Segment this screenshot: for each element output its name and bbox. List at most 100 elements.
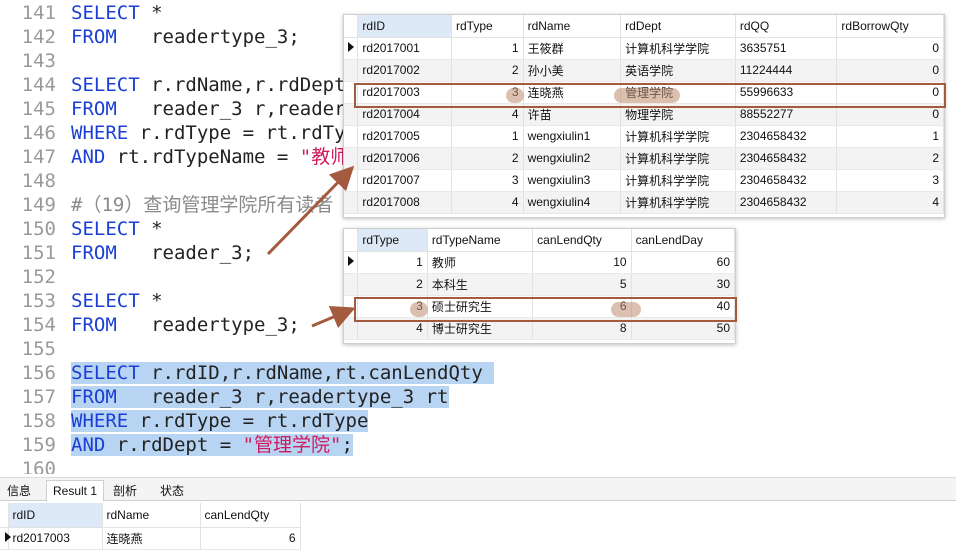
table-cell[interactable]: 连晓燕 (102, 527, 201, 550)
table-cell[interactable]: wengxiulin1 (523, 125, 622, 148)
table-cell[interactable]: 40 (631, 295, 736, 318)
tab-profile[interactable]: 剖析 (106, 480, 144, 502)
column-header[interactable]: rdName (102, 503, 201, 528)
table-row[interactable]: rd2017002 2 孙小美 英语学院 11224444 0 (344, 59, 944, 82)
table-cell[interactable]: 2 (836, 147, 944, 170)
table-cell[interactable]: 物理学院 (620, 103, 736, 126)
table-cell[interactable]: 2 (451, 59, 524, 82)
column-header[interactable]: rdID (8, 503, 103, 528)
table-row[interactable]: 2 本科生 5 30 (344, 273, 736, 296)
table-cell[interactable]: 英语学院 (620, 59, 736, 82)
table-cell[interactable]: 本科生 (427, 273, 534, 296)
tab-info[interactable]: 信息 (0, 480, 38, 502)
column-header[interactable]: rdDept (620, 15, 736, 38)
column-header[interactable]: rdType (357, 229, 428, 252)
readertype-result-grid[interactable]: rdType rdTypeName canLendQty canLendDay 1 教师… (343, 228, 737, 344)
table-cell[interactable]: 6 (200, 527, 301, 550)
table-cell[interactable]: wengxiulin2 (523, 147, 622, 170)
column-header[interactable]: rdID (357, 15, 452, 38)
table-cell[interactable]: 1 (357, 251, 428, 274)
table-row[interactable]: rd2017005 1 wengxiulin1 计算机科学学院 2304658432 1 (344, 125, 944, 148)
table-cell[interactable]: 3 (451, 81, 524, 104)
table-cell[interactable]: 3 (451, 169, 524, 192)
table-cell[interactable]: 1 (836, 125, 944, 148)
table-cell[interactable]: rd2017008 (357, 191, 452, 214)
table-cell[interactable]: 0 (836, 103, 944, 126)
table-cell[interactable]: 3 (357, 295, 428, 318)
table-cell[interactable]: rd2017003 (8, 527, 103, 550)
table-cell[interactable]: 4 (451, 191, 524, 214)
table-cell[interactable]: 1 (451, 37, 524, 60)
table-cell[interactable]: rd2017001 (357, 37, 452, 60)
table-cell[interactable]: 88552277 (735, 103, 838, 126)
table-cell[interactable]: 计算机科学学院 (620, 37, 736, 60)
table-cell[interactable]: 2304658432 (735, 169, 838, 192)
table-cell[interactable]: 连晓燕 (523, 81, 622, 104)
table-cell[interactable]: 许苗 (523, 103, 622, 126)
table-cell[interactable]: 4 (357, 317, 428, 340)
table-cell[interactable]: 计算机科学学院 (620, 125, 736, 148)
column-header[interactable]: canLendQty (532, 229, 632, 252)
table-row[interactable]: rd2017008 4 wengxiulin4 计算机科学学院 2304658432 4 (344, 191, 944, 214)
table-cell[interactable]: 55996633 (735, 81, 838, 104)
reader-result-grid[interactable]: rdID rdType rdName rdDept rdQQ rdBorrowQty rd… (343, 14, 946, 218)
table-cell[interactable]: 0 (836, 37, 944, 60)
code-line[interactable]: 158 WHERE r.rdType = rt.rdType (0, 409, 956, 433)
column-header[interactable]: canLendDay (631, 229, 736, 252)
column-header[interactable]: rdName (523, 15, 622, 38)
table-cell[interactable]: rd2017002 (357, 59, 452, 82)
query-result-grid[interactable]: rdID rdName canLendQty rd2017003 连晓燕 6 (0, 503, 956, 559)
table-cell[interactable]: 计算机科学学院 (620, 147, 736, 170)
table-cell[interactable]: 2304658432 (735, 125, 838, 148)
table-cell[interactable]: 2 (357, 273, 428, 296)
table-row[interactable]: rd2017001 1 王筱群 计算机科学学院 3635751 0 (344, 37, 944, 60)
table-cell[interactable]: 孙小美 (523, 59, 622, 82)
column-header[interactable]: rdType (451, 15, 524, 38)
table-row[interactable]: rd2017007 3 wengxiulin3 计算机科学学院 2304658432 3 (344, 169, 944, 192)
table-row[interactable]: 4 博士研究生 8 50 (344, 317, 736, 340)
table-cell[interactable]: 30 (631, 273, 736, 296)
table-cell[interactable]: 2 (451, 147, 524, 170)
tab-result-1[interactable]: Result 1 (46, 480, 105, 502)
column-header[interactable]: rdBorrowQty (836, 15, 944, 38)
tab-status[interactable]: 状态 (153, 480, 191, 502)
table-cell[interactable]: 教师 (427, 251, 534, 274)
table-cell[interactable]: 博士研究生 (427, 317, 534, 340)
table-cell[interactable]: 11224444 (735, 59, 838, 82)
code-line[interactable]: 160 (0, 457, 956, 474)
table-cell[interactable]: 3 (836, 169, 944, 192)
column-header[interactable]: rdTypeName (427, 229, 534, 252)
table-cell[interactable]: rd2017007 (357, 169, 452, 192)
column-header[interactable]: rdQQ (735, 15, 838, 38)
table-row[interactable]: rd2017003 3 连晓燕 管理学院 55996633 0 (344, 81, 944, 104)
table-cell[interactable]: 50 (631, 317, 736, 340)
table-row[interactable]: 3 硕士研究生 6 40 (344, 295, 736, 318)
table-cell[interactable]: rd2017004 (357, 103, 452, 126)
code-line[interactable]: 156 SELECT r.rdID,r.rdName,rt.canLendQty (0, 361, 956, 385)
table-cell[interactable]: wengxiulin3 (523, 169, 622, 192)
table-cell[interactable]: 1 (451, 125, 524, 148)
table-cell[interactable]: rd2017003 (357, 81, 452, 104)
table-cell[interactable]: rd2017005 (357, 125, 452, 148)
table-cell[interactable]: 5 (532, 273, 632, 296)
table-cell[interactable]: 计算机科学学院 (620, 169, 736, 192)
table-cell[interactable]: 6 (532, 295, 632, 318)
table-cell[interactable]: 60 (631, 251, 736, 274)
table-cell[interactable]: 硕士研究生 (427, 295, 534, 318)
table-row[interactable]: 1 教师 10 60 (344, 251, 736, 274)
table-cell[interactable]: 3635751 (735, 37, 838, 60)
table-cell[interactable]: wengxiulin4 (523, 191, 622, 214)
table-cell[interactable]: 4 (451, 103, 524, 126)
table-cell[interactable]: 2304658432 (735, 191, 838, 214)
table-cell[interactable]: 10 (532, 251, 632, 274)
table-row[interactable]: rd2017006 2 wengxiulin2 计算机科学学院 2304658432 2 (344, 147, 944, 170)
table-cell[interactable]: 0 (836, 81, 944, 104)
table-cell[interactable]: 管理学院 (620, 81, 736, 104)
table-cell[interactable]: 2304658432 (735, 147, 838, 170)
column-header[interactable]: canLendQty (200, 503, 301, 528)
table-row[interactable]: rd2017003 连晓燕 6 (0, 527, 301, 550)
code-line[interactable]: 159 AND r.rdDept = "管理学院"; (0, 433, 956, 457)
table-cell[interactable]: 计算机科学学院 (620, 191, 736, 214)
table-row[interactable]: rd2017004 4 许苗 物理学院 88552277 0 (344, 103, 944, 126)
code-line[interactable]: 157 FROM reader_3 r,readertype_3 rt (0, 385, 956, 409)
